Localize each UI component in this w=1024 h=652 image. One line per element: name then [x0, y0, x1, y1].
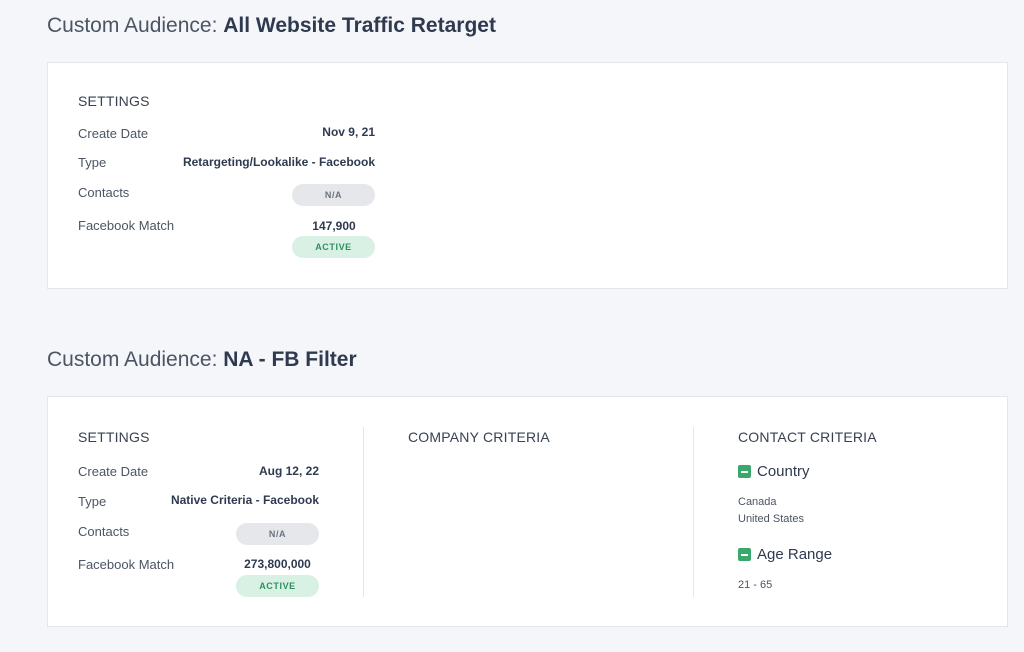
type-label: Type [78, 494, 107, 509]
contact-criteria-section: CONTACT CRITERIA Country Canada United S… [738, 397, 998, 628]
type-value: Native Criteria - Facebook [170, 493, 319, 507]
settings-section: SETTINGS Create Date Nov 9, 21 Type Reta… [78, 63, 378, 290]
age-range-value: 21 - 65 [738, 579, 773, 591]
contacts-na-badge: N/A [236, 523, 319, 545]
country-value: Canada [738, 496, 777, 508]
settings-section: SETTINGS Create Date Aug 12, 22 Type Nat… [78, 397, 328, 628]
create-date-value: Aug 12, 22 [258, 464, 319, 478]
contacts-label: Contacts [78, 185, 130, 200]
create-date-label: Create Date [78, 464, 149, 479]
country-criteria-label: Country [757, 463, 810, 480]
facebook-match-value: 147,900 [312, 219, 356, 233]
status-badge: ACTIVE [292, 236, 375, 258]
type-value: Retargeting/Lookalike - Facebook [182, 155, 375, 169]
audience-title-name: NA - FB Filter [223, 348, 357, 371]
audience-title-name: All Website Traffic Retarget [223, 14, 496, 37]
type-label: Type [78, 155, 107, 170]
audience-card: SETTINGS Create Date Nov 9, 21 Type Reta… [47, 62, 1008, 289]
settings-heading: SETTINGS [78, 429, 150, 445]
minus-square-icon[interactable] [738, 465, 751, 478]
audience-title: Custom Audience: NA - FB Filter [47, 348, 357, 372]
country-value: United States [738, 513, 805, 525]
age-range-criteria-header[interactable]: Age Range [738, 546, 832, 563]
facebook-match-label: Facebook Match [78, 218, 175, 233]
contact-criteria-heading: CONTACT CRITERIA [738, 429, 877, 445]
country-criteria-header[interactable]: Country [738, 463, 810, 480]
settings-heading: SETTINGS [78, 93, 150, 109]
minus-square-icon[interactable] [738, 548, 751, 561]
facebook-match-label: Facebook Match [78, 557, 175, 572]
create-date-label: Create Date [78, 126, 149, 141]
contacts-na-badge: N/A [292, 184, 375, 206]
audience-title-prefix: Custom Audience: [47, 348, 224, 371]
contacts-label: Contacts [78, 524, 130, 539]
company-criteria-heading: COMPANY CRITERIA [408, 429, 550, 445]
status-badge: ACTIVE [236, 575, 319, 597]
facebook-match-value: 273,800,000 [244, 557, 311, 571]
audience-card: SETTINGS Create Date Aug 12, 22 Type Nat… [47, 396, 1008, 627]
audience-title-prefix: Custom Audience: [47, 14, 224, 37]
column-divider [693, 427, 694, 597]
create-date-value: Nov 9, 21 [322, 125, 375, 139]
audience-title: Custom Audience: All Website Traffic Ret… [47, 14, 496, 38]
company-criteria-section: COMPANY CRITERIA [408, 397, 688, 628]
column-divider [363, 427, 364, 597]
age-range-criteria-label: Age Range [757, 546, 833, 563]
